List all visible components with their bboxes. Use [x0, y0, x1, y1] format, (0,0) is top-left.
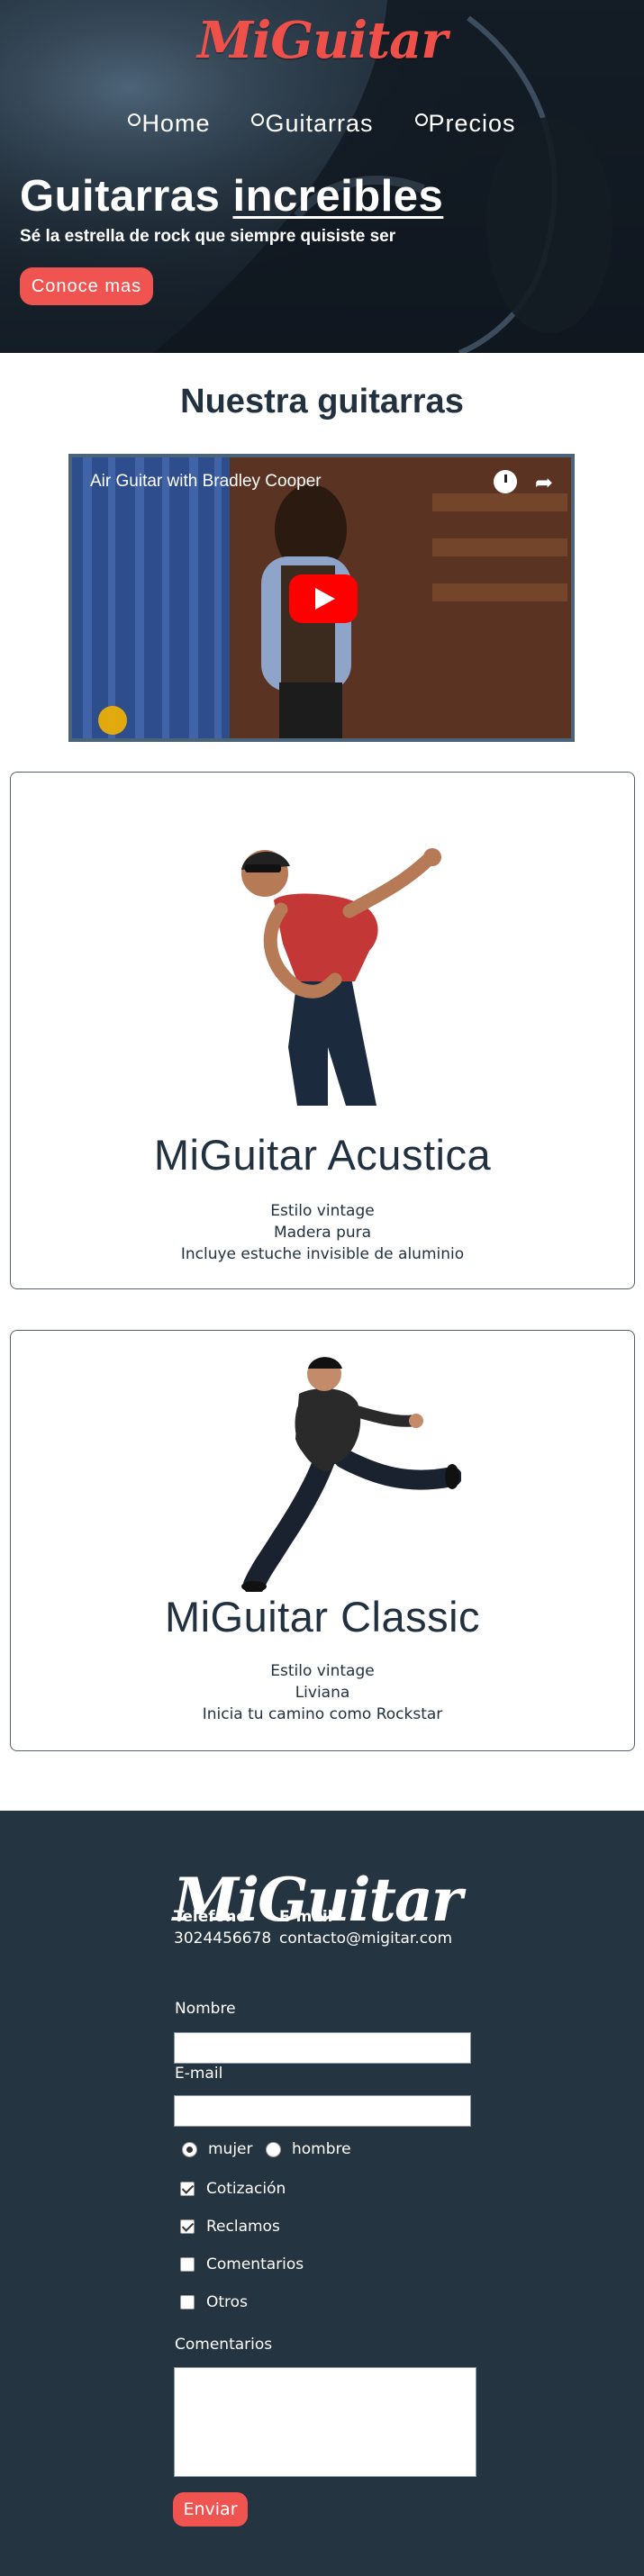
cta-button[interactable]: Conoce mas — [20, 267, 153, 305]
footer: MiGuitar Telefono 3024456678 E-mail cont… — [0, 1811, 644, 2576]
name-input[interactable] — [174, 2032, 471, 2064]
feature-item: Estilo vintage — [270, 1202, 375, 1220]
product-title: MiGuitar Acustica — [153, 1131, 492, 1179]
phone-value: 3024456678 — [174, 1930, 272, 1948]
name-label: Nombre — [175, 2000, 236, 2018]
hero-headline-part1: Guitarras — [20, 172, 233, 221]
gender-label: mujer — [208, 2140, 253, 2158]
product-title: MiGuitar Classic — [164, 1593, 481, 1641]
bullet-icon — [128, 113, 141, 126]
checkbox[interactable] — [180, 2295, 195, 2309]
email-block: E-mail contacto@migitar.com — [279, 1906, 452, 1949]
radio-button[interactable] — [182, 2141, 197, 2157]
feature-item: Liviana — [295, 1684, 350, 1702]
watch-later-icon[interactable] — [494, 470, 517, 493]
jumping-rocker-photo — [241, 1357, 461, 1592]
share-icon[interactable]: ➦ — [535, 470, 553, 495]
checkbox-label: Otros — [206, 2293, 248, 2311]
hero-headline-part2: increibles — [232, 172, 444, 221]
product-card-classic: MiGuitar Classic Estilo vintage Liviana … — [10, 1330, 635, 1751]
feature-item: Estilo vintage — [270, 1662, 375, 1680]
checkbox-comentarios[interactable]: Comentarios — [180, 2255, 304, 2273]
hero-headline: Guitarras increibles — [20, 171, 443, 221]
video-title: Air Guitar with Bradley Cooper — [90, 472, 322, 491]
product-card-acustica: MiGuitar Acustica Estilo vintage Madera … — [10, 772, 635, 1289]
nav-guitarras-label: Guitarras — [265, 110, 374, 137]
checkbox[interactable] — [180, 2219, 195, 2234]
rocker-photo — [241, 848, 441, 1106]
nav-home[interactable]: Home — [128, 110, 210, 138]
checkbox-label: Cotización — [206, 2180, 286, 2198]
nav-guitarras[interactable]: Guitarras — [251, 110, 373, 138]
gender-label: hombre — [292, 2140, 351, 2158]
checkbox-cotizacion[interactable]: Cotización — [180, 2180, 286, 2198]
radio-button[interactable] — [266, 2141, 281, 2157]
email-input[interactable] — [174, 2095, 471, 2127]
feature-item: Incluye estuche invisible de aluminio — [180, 1245, 465, 1263]
nav-precios[interactable]: Precios — [414, 110, 516, 138]
feature-item: Madera pura — [273, 1224, 372, 1242]
email-value[interactable]: contacto@migitar.com — [279, 1928, 452, 1949]
bullet-icon — [251, 113, 265, 126]
checkbox-otros[interactable]: Otros — [180, 2293, 248, 2311]
hero-subtitle: Sé la estrella de rock que siempre quisi… — [20, 227, 396, 246]
comments-textarea[interactable] — [174, 2367, 476, 2477]
phone-label: Telefono — [174, 1908, 248, 1926]
phone-block: Telefono 3024456678 — [174, 1906, 271, 1949]
main-nav: Home Guitarras Precios — [0, 110, 644, 138]
comments-label: Comentarios — [175, 2336, 273, 2354]
hero-banner: MiGuitar Home Guitarras Precios Guitarra… — [0, 0, 644, 353]
feature-list: Estilo vintage Liviana Inicia tu camino … — [11, 1660, 634, 1725]
bullet-icon — [414, 113, 428, 126]
checkbox-reclamos[interactable]: Reclamos — [180, 2218, 280, 2236]
checkbox-label: Reclamos — [206, 2218, 280, 2236]
play-icon[interactable] — [289, 574, 358, 623]
checkbox[interactable] — [180, 2257, 195, 2272]
nav-home-label: Home — [141, 110, 211, 137]
section-title: Nuestra guitarras — [180, 383, 464, 420]
checkbox[interactable] — [180, 2182, 195, 2196]
gender-option-hombre[interactable]: hombre — [266, 2140, 351, 2158]
brand-logo[interactable]: MiGuitar — [0, 11, 644, 70]
video-embed[interactable]: Air Guitar with Bradley Cooper ➦ — [68, 454, 575, 742]
email-label: E-mail — [279, 1908, 333, 1926]
submit-button[interactable]: Enviar — [173, 2492, 248, 2526]
checkbox-label: Comentarios — [206, 2255, 304, 2273]
nav-precios-label: Precios — [428, 110, 516, 137]
form-email-label: E-mail — [175, 2065, 223, 2083]
feature-item: Inicia tu camino como Rockstar — [202, 1705, 443, 1723]
feature-list: Estilo vintage Madera pura Incluye estuc… — [11, 1200, 634, 1265]
gender-option-mujer[interactable]: mujer — [182, 2140, 253, 2158]
